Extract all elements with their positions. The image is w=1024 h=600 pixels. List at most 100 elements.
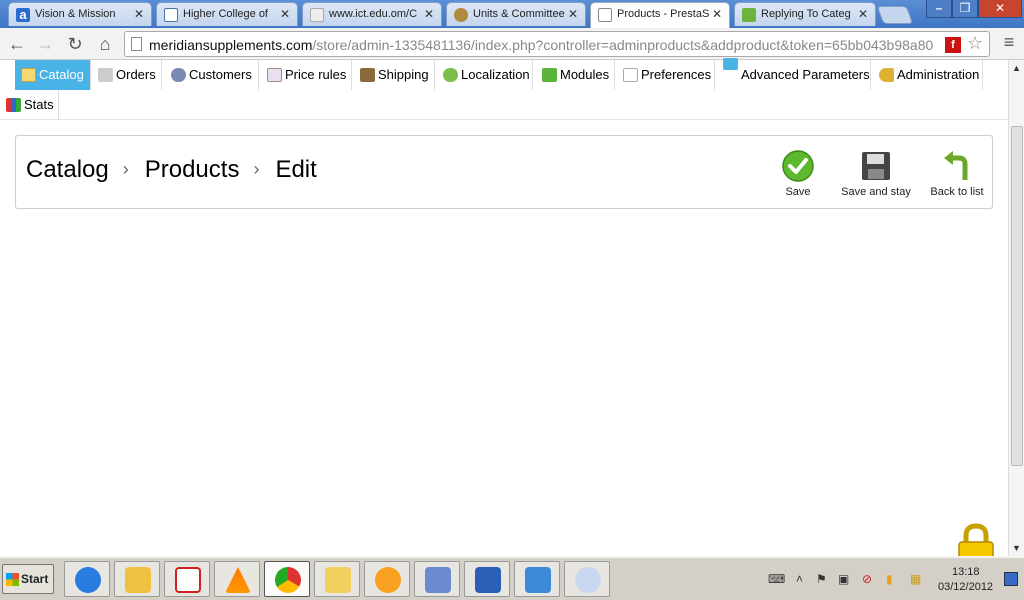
keyboard-icon[interactable]: ⌨ [768,572,785,586]
bookmark-star-icon[interactable]: ☆ [967,33,983,54]
menu-item-customers[interactable]: Customers [165,60,259,90]
back-arrow-icon[interactable]: ← [6,33,28,55]
close-tab-icon[interactable]: ✕ [568,7,578,21]
scroll-up-icon[interactable]: ▲ [1012,63,1021,73]
minimize-button[interactable]: – [926,0,952,18]
device-icon[interactable]: ▣ [838,572,852,586]
internet-explorer-taskbar-button[interactable] [64,561,110,597]
scrollbar-thumb[interactable] [1011,126,1023,466]
reload-icon[interactable]: ↻ [64,33,86,55]
menu-item-preferences[interactable]: Preferences [617,60,715,90]
scroll-down-icon[interactable]: ▼ [1012,543,1021,553]
url-host: meridiansupplements.com [149,37,313,53]
app-taskbar-button[interactable] [514,561,560,597]
show-desktop-icon[interactable] [1004,572,1018,586]
word-icon [475,567,501,593]
breadcrumb-separator-icon: › [253,159,260,179]
outlook-taskbar-button[interactable] [114,561,160,597]
breadcrumb-current: Edit [275,156,317,183]
checkmark-icon [781,150,815,182]
paint-taskbar-button[interactable] [564,561,610,597]
tools-taskbar-button[interactable] [414,561,460,597]
acrobat-icon [175,567,201,593]
explorer-taskbar-button[interactable] [314,561,360,597]
new-tab-button[interactable] [876,6,914,24]
system-tray: ⌨ ˄ ⚑ ▣ ⊘ ▮ ▦ 13:18 03/12/2012 [762,562,1024,598]
menu-item-administration[interactable]: Administration [873,60,983,90]
browser-tab[interactable]: Units & Committee ✕ [446,2,586,26]
page-favicon-icon [598,8,612,22]
units-favicon-icon [454,8,468,22]
breadcrumb-item[interactable]: Products [145,156,240,183]
show-hidden-icons-icon[interactable]: ˄ [796,572,810,586]
truck-icon [360,68,375,82]
home-icon[interactable]: ⌂ [94,33,116,55]
menu-item-modules[interactable]: Modules [536,60,615,90]
forward-arrow-icon[interactable]: → [34,33,56,55]
menu-item-advanced-parameters[interactable]: Advanced Parameters [717,58,871,90]
menu-item-catalog[interactable]: Catalog [15,60,91,90]
tab-label: Products - PrestaS [617,8,709,20]
close-tab-icon[interactable]: ✕ [134,7,144,21]
vlc-taskbar-button[interactable] [214,561,260,597]
acrobat-taskbar-button[interactable] [164,561,210,597]
vertical-scrollbar[interactable]: ▲ ▼ [1008,60,1024,556]
windows-taskbar: Start ⌨ ˄ ⚑ ▣ ⊘ ▮ ▦ 13:18 03/12/2012 [0,556,1024,600]
globe-app-icon [525,567,551,593]
save-and-stay-button[interactable]: Save and stay [838,150,914,198]
close-tab-icon[interactable]: ✕ [858,7,868,21]
address-bar[interactable]: meridiansupplements.com/store/admin-1335… [124,31,990,57]
close-tab-icon[interactable]: ✕ [424,7,434,21]
tab-label: Units & Committee [473,8,565,20]
tab-label: www.ict.edu.om/C [329,8,418,20]
menu-item-label: Orders [116,67,156,82]
page-header: Catalog › Products › Edit Save Save and stay… [15,135,993,209]
update-icon[interactable]: ▦ [910,572,924,586]
volume-muted-icon[interactable]: ⊘ [862,572,876,586]
menu-item-label: Price rules [285,67,347,82]
browser-tab[interactable]: Higher College of ✕ [156,2,298,26]
menu-item-label: Advanced Parameters [741,67,870,82]
close-tab-icon[interactable]: ✕ [712,7,722,21]
chrome-taskbar-button[interactable] [264,561,310,597]
close-window-button[interactable]: ✕ [978,0,1022,18]
folder-icon [21,68,36,82]
browser-tab[interactable]: Replying To Categ ✕ [734,2,876,26]
network-icon[interactable]: ▮ [886,572,900,586]
word-taskbar-button[interactable] [464,561,510,597]
outlook-icon [125,567,151,593]
paint-palette-icon [575,567,601,593]
menu-item-localization[interactable]: Localization [437,60,533,90]
media-taskbar-button[interactable] [364,561,410,597]
url-path: /store/admin-1335481136/index.php?contro… [312,37,934,53]
url-text: meridiansupplements.com/store/admin-1335… [149,37,933,53]
tab-label: Vision & Mission [35,8,116,20]
menu-item-shipping[interactable]: Shipping [354,60,435,90]
browser-tab-active[interactable]: Products - PrestaS ✕ [590,2,730,28]
clock-date[interactable]: 03/12/2012 [938,581,993,593]
menu-item-stats[interactable]: Stats [0,90,59,120]
bar-chart-icon [6,98,21,112]
tab-label: Replying To Categ [761,8,851,20]
save-button[interactable]: Save [780,150,816,198]
back-to-list-button[interactable]: Back to list [924,150,990,198]
page-icon [131,37,142,51]
menu-item-label: Shipping [378,67,429,82]
browser-tab[interactable]: a Vision & Mission ✕ [8,2,152,26]
menu-item-orders[interactable]: Orders [92,60,162,90]
menu-item-price-rules[interactable]: Price rules [261,60,352,90]
close-tab-icon[interactable]: ✕ [280,7,290,21]
clock-time[interactable]: 13:18 [952,566,980,578]
breadcrumb-item[interactable]: Catalog [26,156,109,183]
back-arrow-icon [940,150,974,182]
forum-favicon-icon [742,8,756,22]
browser-menu-icon[interactable]: ≡ [998,32,1020,53]
flash-plugin-icon[interactable]: f [945,37,961,53]
flag-icon[interactable]: ⚑ [816,572,830,586]
floppy-disk-icon [859,150,893,182]
start-button[interactable]: Start [2,564,54,594]
internet-explorer-icon [75,567,101,593]
maximize-button[interactable]: ❐ [952,0,978,18]
menu-item-label: Localization [461,67,530,82]
browser-tab[interactable]: www.ict.edu.om/C ✕ [302,2,442,26]
